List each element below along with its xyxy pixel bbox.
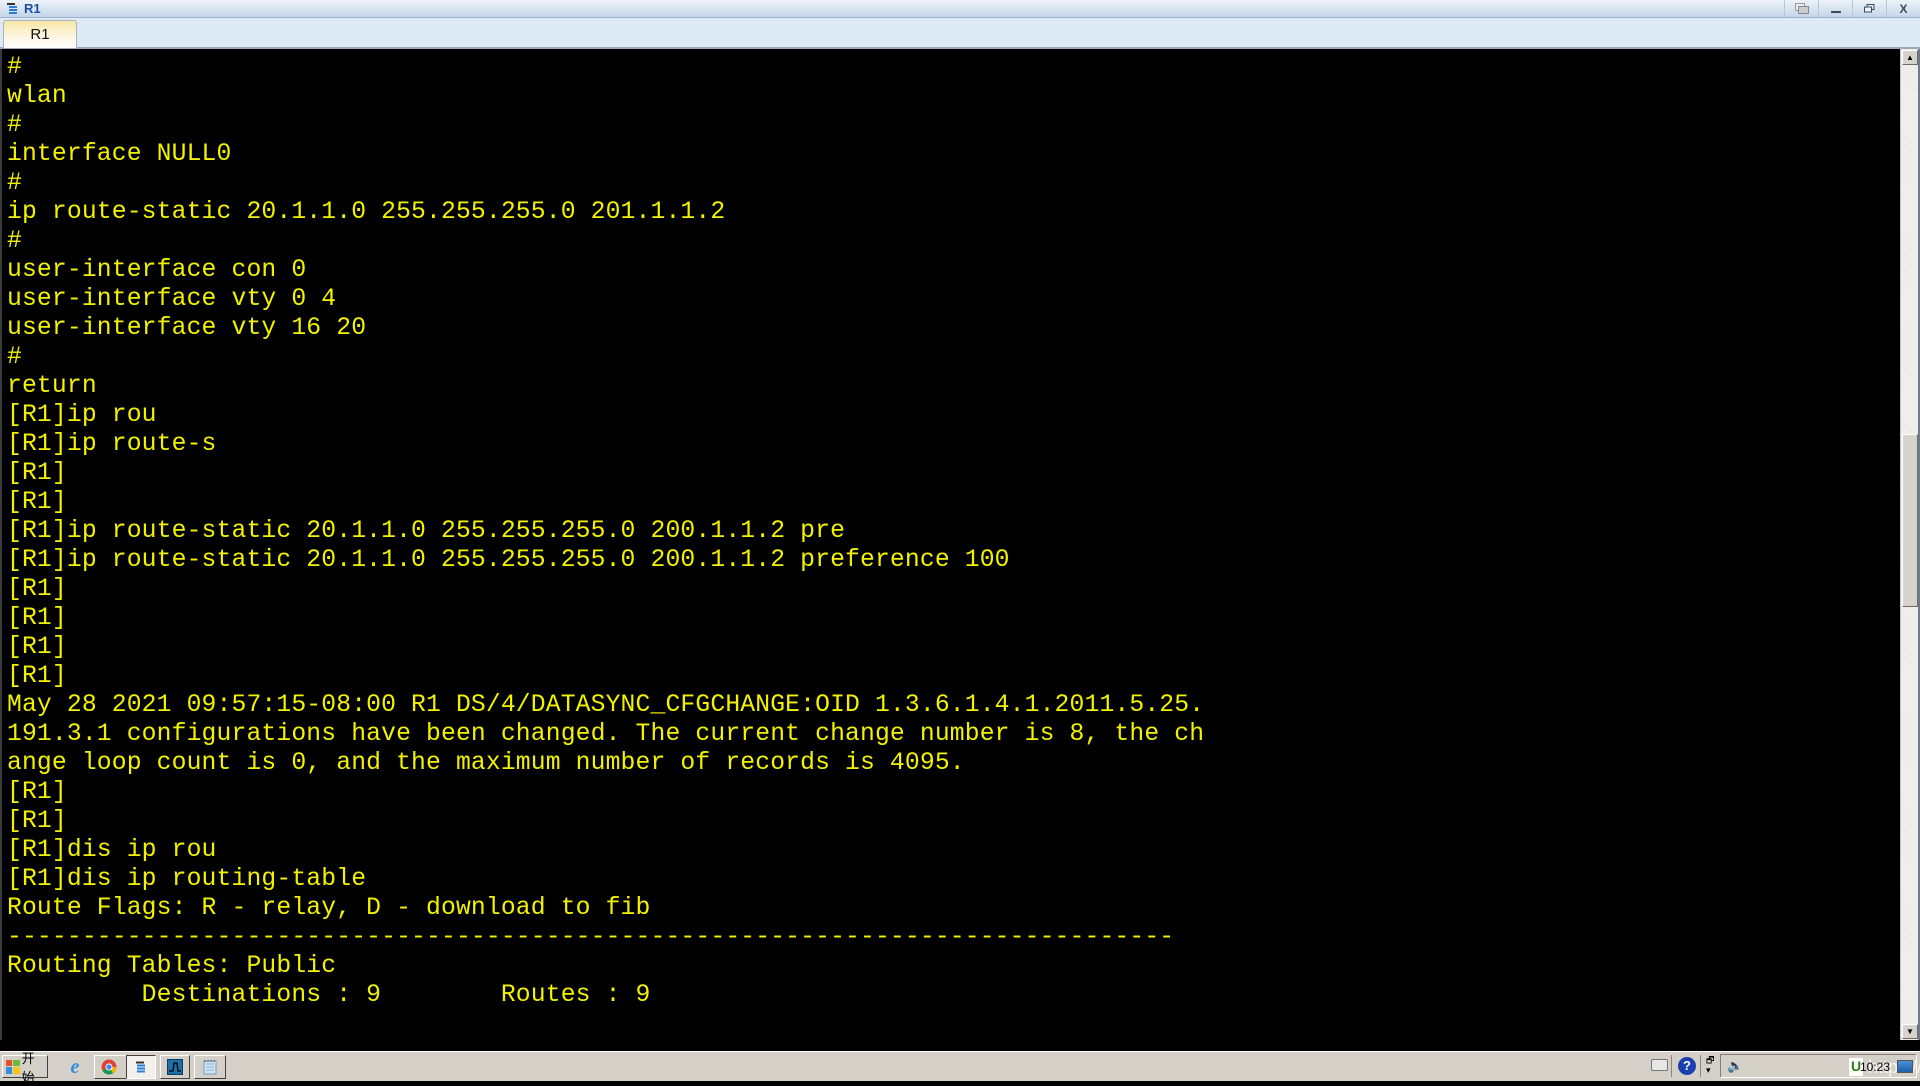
chrome-icon — [101, 1059, 117, 1075]
ie-icon: e — [70, 1055, 80, 1078]
scrollbar-thumb[interactable] — [1902, 434, 1918, 607]
switch-window-icon — [1794, 3, 1809, 14]
tray-divider — [1671, 1055, 1672, 1077]
keyboard-icon[interactable] — [1651, 1059, 1668, 1071]
tab-strip: R1 — [0, 18, 1920, 49]
minimize-button[interactable] — [1818, 0, 1852, 17]
terminal-line: # — [7, 169, 22, 197]
terminal-line: user-interface vty 0 4 — [7, 285, 337, 313]
tab-r1[interactable]: R1 — [3, 20, 77, 48]
terminal-line: # — [7, 53, 22, 81]
arrow-down-icon: ▼ — [1906, 1027, 1914, 1036]
notification-area: 🔈 https://blog.csdn.net/qq_40168905 U 10… — [1720, 1054, 1920, 1078]
terminal-line: 191.3.1 configurations have been changed… — [7, 720, 1205, 748]
system-tray: ? 🗗▾ 🔈 https://blog.csdn.net/qq_40168905… — [1630, 1054, 1920, 1079]
windows-logo-icon — [6, 1059, 20, 1074]
terminal-line: [R1]ip rou — [7, 401, 157, 429]
language-bar-icon[interactable]: 🗗 ▾ — [1706, 1055, 1714, 1075]
window-titlebar: R1 X — [0, 0, 1920, 18]
switch-window-button[interactable] — [1784, 0, 1818, 17]
terminal-line: Route Flags: R - relay, D - download to … — [7, 894, 651, 922]
volume-icon[interactable]: 🔈 — [1727, 1058, 1743, 1074]
taskbar-wireshark[interactable] — [160, 1055, 190, 1079]
terminal-line: [R1]dis ip routing-table — [7, 865, 367, 893]
terminal-line: [R1]dis ip rou — [7, 836, 217, 864]
terminal-line: wlan — [7, 82, 67, 110]
scroll-down-button[interactable]: ▼ — [1902, 1024, 1918, 1039]
terminal-line: [R1] — [7, 807, 67, 835]
terminal-line: # — [7, 111, 22, 139]
window-title: R1 — [24, 1, 41, 16]
terminal-line: [R1] — [7, 604, 67, 632]
terminal-line: Routing Tables: Public — [7, 952, 337, 980]
terminal-line: ange loop count is 0, and the maximum nu… — [7, 749, 965, 777]
network-icon[interactable] — [1897, 1060, 1913, 1073]
terminal-line: # — [7, 227, 22, 255]
terminal-line: [R1] — [7, 778, 67, 806]
terminal-bottom-strip — [0, 1040, 1920, 1051]
terminal-line: [R1] — [7, 633, 67, 661]
taskbar-ensp[interactable] — [126, 1055, 156, 1079]
close-icon: X — [1899, 1, 1908, 16]
terminal-console[interactable]: # wlan # interface NULL0 # ip route-static 20… — [0, 49, 1898, 1040]
taskbar: 开始 e ? 🗗 ▾ 🔈 https:// U 10:23 — [0, 1051, 1920, 1085]
terminal-line: # — [7, 343, 22, 371]
terminal-output: # wlan # interface NULL0 # ip route-static 20… — [7, 53, 1204, 1040]
vertical-scrollbar[interactable]: ▲ ▼ — [1900, 49, 1919, 1040]
terminal-line: [R1] — [7, 662, 67, 690]
taskbar-ie[interactable]: e — [62, 1055, 88, 1079]
terminal-line: user-interface vty 16 20 — [7, 314, 367, 342]
scroll-up-button[interactable]: ▲ — [1902, 50, 1918, 65]
help-icon[interactable]: ? — [1678, 1057, 1696, 1075]
taskbar-notepad[interactable] — [194, 1055, 226, 1079]
start-button[interactable]: 开始 — [2, 1051, 48, 1085]
notepad-icon — [203, 1060, 217, 1075]
restore-icon — [1864, 4, 1875, 13]
terminal-line: [R1] — [7, 488, 67, 516]
close-button[interactable]: X — [1886, 0, 1920, 17]
minimize-icon — [1830, 10, 1841, 13]
wireshark-icon — [167, 1059, 183, 1075]
terminal-line: [R1] — [7, 459, 67, 487]
terminal-line: return — [7, 372, 97, 400]
terminal-line: [R1]ip route-static 20.1.1.0 255.255.255… — [7, 546, 1010, 574]
terminal-line: user-interface con 0 — [7, 256, 307, 284]
terminal-line: Destinations : 9 Routes : 9 — [7, 981, 651, 1009]
tray-divider — [1700, 1055, 1701, 1077]
clock[interactable]: 10:23 — [1860, 1060, 1890, 1074]
terminal-line: ----------------------------------------… — [7, 923, 1175, 951]
terminal-line: [R1]ip route-static 20.1.1.0 255.255.255… — [7, 517, 846, 545]
restore-button[interactable] — [1852, 0, 1886, 17]
terminal-line: [R1] — [7, 575, 67, 603]
terminal-line: May 28 2021 09:57:15-08:00 R1 DS/4/DATAS… — [7, 691, 1205, 719]
arrow-up-icon: ▲ — [1906, 53, 1914, 62]
terminal-line: [R1]ip route-s — [7, 430, 217, 458]
ensp-router-icon — [7, 3, 17, 14]
terminal-line: ip route-static 20.1.1.0 255.255.255.0 2… — [7, 198, 726, 226]
terminal-line: interface NULL0 — [7, 140, 232, 168]
ensp-icon — [136, 1061, 145, 1073]
